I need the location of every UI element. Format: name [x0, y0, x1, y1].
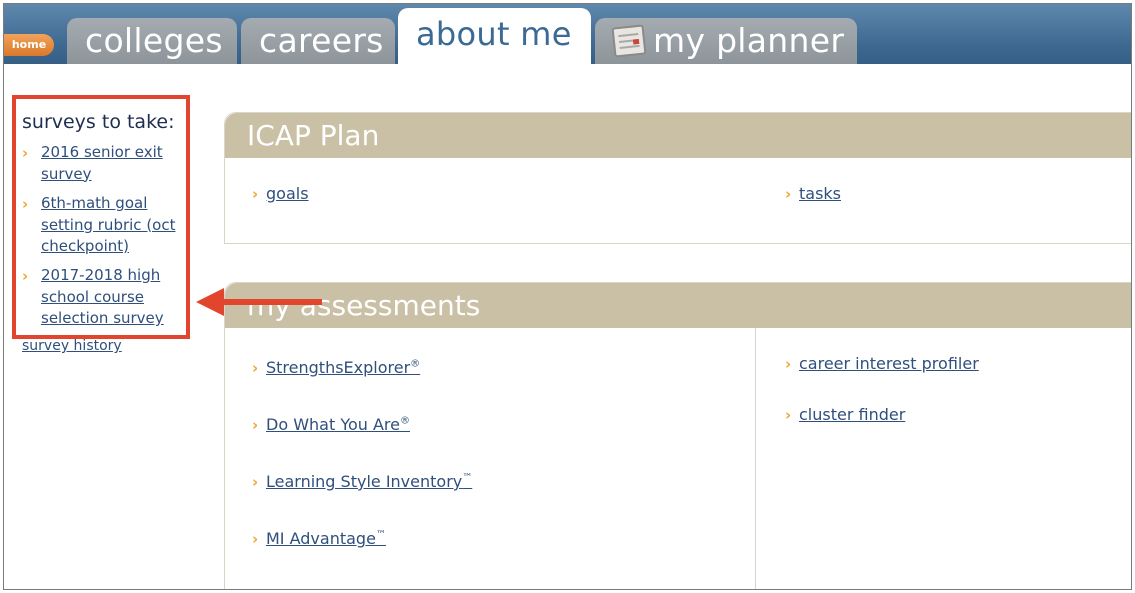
survey-link-course-selection[interactable]: 2017-2018 high school course selection s…: [41, 265, 187, 330]
tab-careers[interactable]: careers: [241, 18, 395, 64]
chevron-right-icon: ›: [785, 355, 792, 373]
mi-advantage-label: MI Advantage: [266, 529, 376, 548]
survey-link-math-goal[interactable]: 6th-math goal setting rubric (oct checkp…: [41, 193, 187, 258]
learning-style-inventory-label: Learning Style Inventory: [266, 472, 463, 491]
tab-colleges[interactable]: colleges: [67, 18, 237, 64]
survey-item: › 2016 senior exit survey: [22, 142, 187, 185]
survey-link-senior-exit[interactable]: 2016 senior exit survey: [41, 142, 187, 185]
survey-item: › 6th-math goal setting rubric (oct chec…: [22, 193, 187, 258]
learning-style-inventory-link[interactable]: Learning Style Inventory™: [266, 472, 472, 491]
strengths-explorer-label: StrengthsExplorer: [266, 358, 411, 377]
icap-plan-title: ICAP Plan: [225, 113, 1131, 158]
survey-history-link[interactable]: survey history: [22, 338, 122, 354]
list-item: › Learning Style Inventory™: [252, 471, 472, 493]
registered-mark: ®: [410, 358, 421, 370]
chevron-right-icon: ›: [252, 473, 259, 491]
top-navigation-bar: home colleges careers about me my planne…: [4, 4, 1131, 66]
survey-item: › 2017-2018 high school course selection…: [22, 265, 187, 330]
planner-icon: [611, 24, 647, 58]
tab-about-me[interactable]: about me: [398, 8, 591, 66]
list-item: › tasks: [785, 183, 841, 205]
do-what-you-are-link[interactable]: Do What You Are®: [266, 415, 410, 434]
column-divider: [755, 328, 756, 589]
tab-my-planner-label: my planner: [653, 21, 845, 60]
chevron-right-icon: ›: [22, 144, 29, 162]
icap-plan-panel: ICAP Plan › goals › tasks: [224, 112, 1131, 244]
chevron-right-icon: ›: [22, 267, 29, 285]
list-item: › career interest profiler: [785, 353, 979, 375]
strengths-explorer-link[interactable]: StrengthsExplorer®: [266, 358, 420, 377]
chevron-right-icon: ›: [252, 185, 259, 203]
registered-mark: ®: [400, 415, 410, 427]
red-arrow-icon: [196, 288, 322, 316]
chevron-right-icon: ›: [252, 530, 259, 548]
tab-my-planner[interactable]: my planner: [595, 18, 857, 64]
mi-advantage-link[interactable]: MI Advantage™: [266, 529, 386, 548]
page-frame: home colleges careers about me my planne…: [3, 3, 1132, 590]
goals-link[interactable]: goals: [266, 184, 309, 203]
chevron-right-icon: ›: [22, 195, 29, 213]
list-item: › MI Advantage™: [252, 528, 386, 550]
list-item: › Do What You Are®: [252, 414, 410, 436]
home-button[interactable]: home: [4, 34, 54, 56]
trademark-mark: ™: [462, 472, 473, 484]
list-item: › StrengthsExplorer®: [252, 357, 420, 379]
cluster-finder-link[interactable]: cluster finder: [799, 405, 905, 424]
chevron-right-icon: ›: [252, 416, 259, 434]
trademark-mark: ™: [375, 529, 386, 541]
chevron-right-icon: ›: [785, 185, 792, 203]
chevron-right-icon: ›: [252, 359, 259, 377]
do-what-you-are-label: Do What You Are: [266, 415, 400, 434]
surveys-title: surveys to take:: [22, 111, 175, 133]
list-item: › cluster finder: [785, 404, 905, 426]
assessments-title: my assessments: [225, 283, 1131, 328]
assessments-panel: my assessments › StrengthsExplorer® › Do W…: [224, 282, 1131, 589]
chevron-right-icon: ›: [785, 406, 792, 424]
tasks-link[interactable]: tasks: [799, 184, 841, 203]
career-interest-profiler-link[interactable]: career interest profiler: [799, 354, 979, 373]
list-item: › goals: [252, 183, 309, 205]
